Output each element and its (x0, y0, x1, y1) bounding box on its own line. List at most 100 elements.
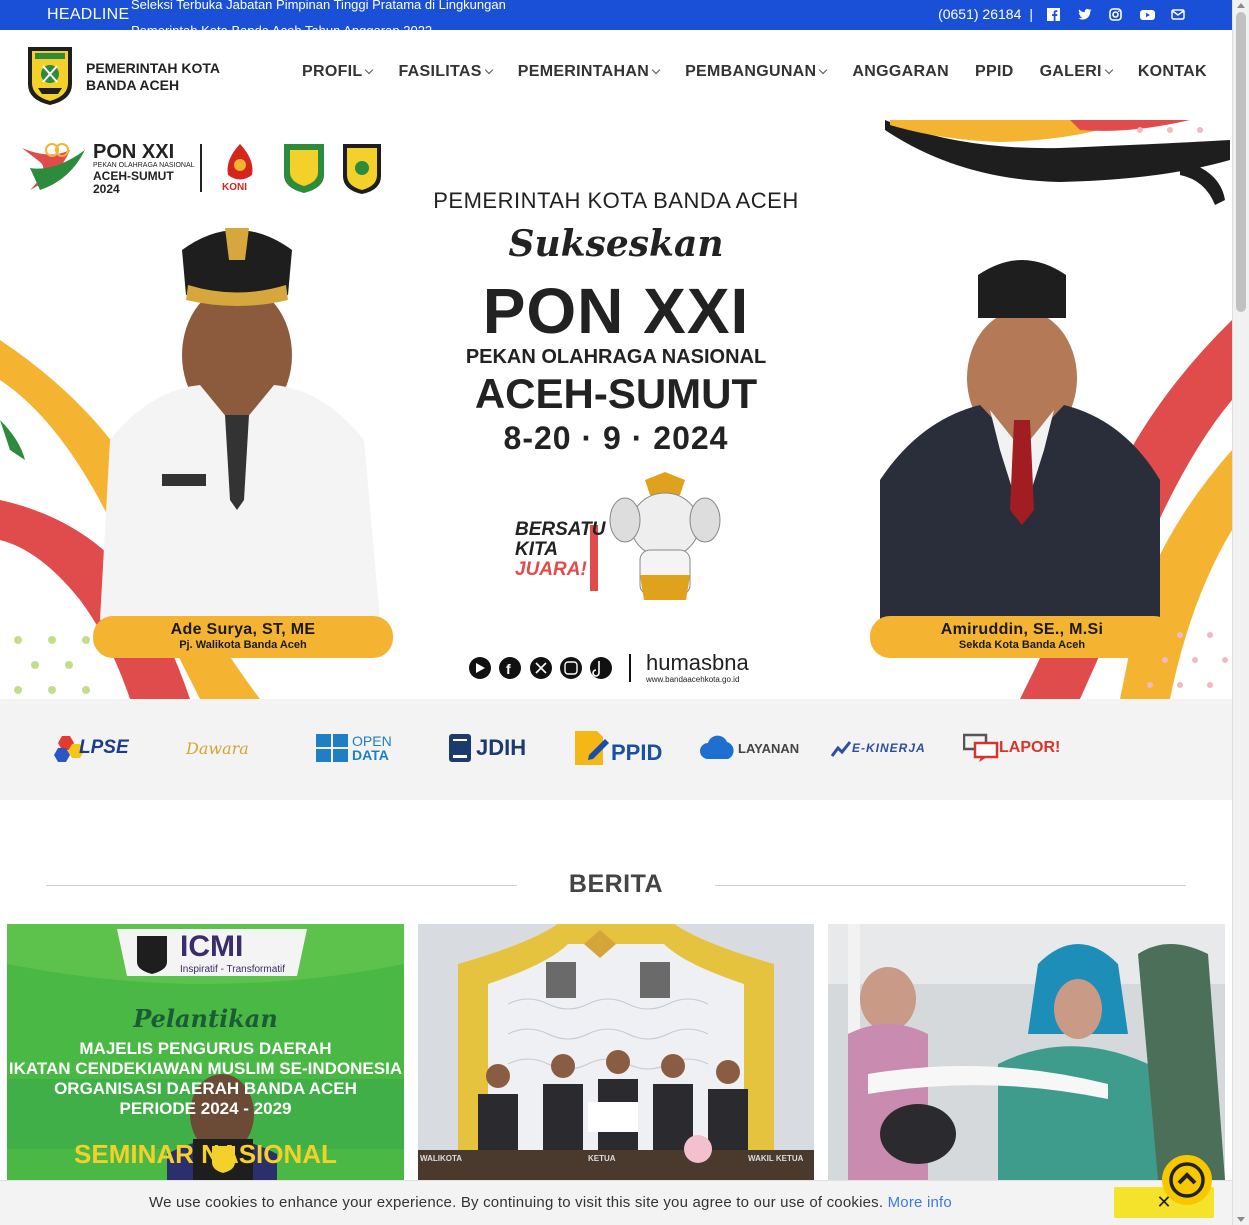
chat-bubble-icon (963, 733, 999, 762)
slogan-line: KITA (515, 539, 558, 560)
nav-item-pembangunan[interactable]: PEMBANGUNAN (685, 63, 828, 81)
grid-icon (316, 734, 348, 762)
jdih-label: JDIH (476, 735, 527, 760)
scrollbar-thumb[interactable] (1236, 12, 1246, 312)
divider (46, 885, 517, 886)
chevron-down-icon (651, 65, 661, 75)
brand-line: BANDA ACEH (86, 77, 180, 93)
news-card[interactable] (828, 924, 1225, 1180)
person-name: Amiruddin, SE., M.Si (940, 621, 1104, 638)
pon-logo-year: 2024 (93, 182, 120, 196)
card-text: MAJELIS PENGURUS DAERAH (79, 1039, 332, 1058)
slogan-line: JUARA! (515, 559, 587, 580)
slogan-line: BERSATU (515, 519, 606, 540)
news-card[interactable]: ICMI Inspiratif - Transformatif Pelantik… (7, 924, 404, 1180)
name-tag-sekda: Amiruddin, SE., M.Si Sekda Kota Banda Ac… (870, 616, 1174, 658)
headline-ticker[interactable]: Seleksi Terbuka Jabatan Pimpinan Tinggi … (131, 0, 571, 30)
nav-item-fasilitas[interactable]: FASILITAS (398, 63, 494, 81)
ppid-link[interactable]: PPID (575, 731, 662, 765)
book-icon (449, 734, 471, 762)
podium-label: WALIKOTA (420, 1154, 463, 1163)
banda-aceh-logo[interactable] (25, 44, 75, 106)
separator: | (1029, 6, 1033, 22)
banner-subtitle: PEMERINTAH KOTA BANDA ACEH (433, 188, 799, 213)
vertical-scrollbar[interactable] (1232, 0, 1249, 1225)
banner-region: ACEH-SUMUT (474, 370, 758, 417)
banner-title-sub: PEKAN OLAHRAGA NASIONAL (465, 346, 767, 368)
youtube-icon[interactable] (1140, 8, 1155, 21)
news-card[interactable]: WALIKOTA KETUA WAKIL KETUA (418, 924, 814, 1180)
nav-label: ANGGARAN (852, 63, 950, 80)
page: HEADLINE Seleksi Terbuka Jabatan Pimpina… (0, 0, 1232, 1225)
ticker-item[interactable]: Pemerintah Kota Banda Aceh Tahun Anggara… (131, 17, 432, 30)
nav-item-anggaran[interactable]: ANGGARAN (852, 63, 949, 81)
layanan-link[interactable]: LAYANAN (700, 731, 799, 765)
hero-banner[interactable]: f PON XXI PEKAN OLAHRAGA NASIONAL ACEH-S… (0, 120, 1232, 699)
banner-title: PON XXI (482, 275, 750, 347)
nav-item-kontak[interactable]: KONTAK (1138, 63, 1207, 81)
lpse-link[interactable]: LPSE (53, 731, 129, 765)
person-role: Sekda Kota Banda Aceh (958, 639, 1086, 651)
instagram-icon[interactable] (1109, 7, 1122, 21)
humas-url: www.bandaacehkota.go.id (646, 675, 740, 684)
lpse-label: LPSE (79, 737, 129, 758)
open-data-line: DATA (352, 747, 389, 763)
lapor-label: LAPOR! (999, 739, 1061, 756)
site-header: PEMERINTAH KOTA BANDA ACEH PROFIL FASILI… (0, 30, 1232, 120)
cloud-icon (700, 735, 734, 759)
cookie-text: We use cookies to enhance your experienc… (149, 1194, 884, 1211)
chevron-down-icon (819, 65, 828, 75)
ekinerja-link[interactable]: E-KINERJA (830, 731, 926, 765)
news-image (418, 924, 814, 1180)
scroll-up-icon[interactable] (1237, 3, 1245, 8)
top-bar: HEADLINE Seleksi Terbuka Jabatan Pimpina… (0, 0, 1232, 30)
banner-slogan: BERSATU KITA JUARA! (515, 519, 606, 580)
card-text: IKATAN CENDEKIAWAN MUSLIM SE-INDONESIA (8, 1059, 403, 1078)
phone-number: (0651) 26184 (938, 6, 1022, 22)
nav-item-profil[interactable]: PROFIL (302, 63, 374, 81)
partner-links: LPSE Dawara OPEN DATA JDIH PPID LAYANAN … (0, 699, 1232, 800)
brand-name[interactable]: PEMERINTAH KOTA BANDA ACEH (86, 60, 220, 94)
nav-label: KONTAK (1137, 63, 1207, 80)
person-role: Pj. Walikota Banda Aceh (179, 639, 307, 651)
twitter-icon[interactable] (1078, 8, 1092, 21)
nav-item-ppid[interactable]: PPID (975, 63, 1014, 81)
pon-logo-text: PON XXI PEKAN OLAHRAGA NASIONAL ACEH-SUM… (93, 142, 195, 196)
dawara-link[interactable]: Dawara (186, 731, 249, 765)
divider (715, 885, 1186, 886)
pon-logo-title: PON XXI (93, 141, 175, 163)
nav-item-pemerintahan[interactable]: PEMERINTAHAN (517, 63, 661, 81)
envelope-icon[interactable] (1171, 8, 1185, 21)
section-title-berita: BERITA (568, 870, 664, 898)
nav-label: FASILITAS (398, 63, 482, 80)
open-data-line: OPEN (352, 733, 392, 749)
banner-dates: 8-20 · 9 · 2024 (503, 420, 729, 456)
podium-label: KETUA (588, 1154, 616, 1163)
facebook-icon[interactable] (1047, 7, 1060, 21)
card-text: Pelantikan (133, 1004, 278, 1033)
humas-handle: humasbna www.bandaacehkota.go.id (646, 650, 749, 684)
more-info-link[interactable]: More info (888, 1194, 952, 1211)
open-data-label: OPEN DATA (352, 734, 392, 762)
card-text: ORGANISASI DAERAH BANDA ACEH (54, 1079, 357, 1098)
chart-up-icon (830, 741, 852, 757)
jdih-link[interactable]: JDIH (448, 731, 526, 765)
open-data-link[interactable]: OPEN DATA (316, 731, 392, 765)
card-text: SEMINAR NASIONAL (74, 1139, 337, 1169)
nav-label: GALERI (1039, 63, 1102, 80)
scroll-to-top-button[interactable] (1162, 1155, 1212, 1205)
chevron-down-icon (484, 65, 494, 75)
podium-label: WAKIL KETUA (748, 1154, 804, 1163)
lapor-link[interactable]: LAPOR! (963, 731, 1060, 765)
scroll-down-icon[interactable] (1237, 1217, 1245, 1222)
card-text: ICMI (180, 930, 244, 963)
document-pen-icon (575, 731, 609, 765)
main-nav: PROFIL FASILITAS PEMERINTAHAN PEMBANGUNA… (302, 63, 1232, 81)
headline-label: HEADLINE (47, 6, 130, 23)
layanan-label: LAYANAN (738, 740, 800, 756)
nav-label: PEMERINTAHAN (517, 63, 650, 80)
svg-text:f: f (506, 661, 511, 677)
nav-item-galeri[interactable]: GALERI (1039, 63, 1114, 81)
ekinerja-label: E-KINERJA (852, 741, 926, 755)
humas-name: humasbna (646, 650, 749, 675)
